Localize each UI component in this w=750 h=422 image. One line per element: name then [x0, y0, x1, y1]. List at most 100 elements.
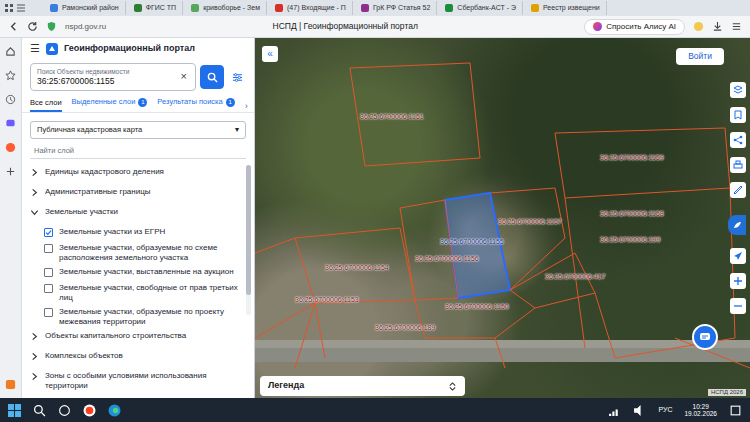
chevron-icon[interactable] [30, 352, 39, 361]
layer-item[interactable]: Земельные участки, образуемые по схеме р… [30, 241, 243, 265]
layer-group[interactable]: Единицы кадастрового деления [30, 165, 243, 185]
assistant-tool[interactable] [728, 215, 746, 235]
search-icon[interactable] [33, 404, 46, 417]
legend-panel[interactable]: Легенда [260, 376, 465, 396]
layer-checkbox[interactable] [44, 308, 53, 317]
notifications-icon[interactable] [5, 379, 16, 390]
parcel-outline[interactable] [510, 253, 595, 308]
clear-button[interactable]: × [179, 70, 189, 84]
parcel-label[interactable]: 36:25:6700006:1156 [415, 255, 479, 264]
layer-group[interactable]: Объекты капитального строительства [30, 329, 243, 349]
task-view-icon[interactable] [58, 404, 71, 417]
volume-icon[interactable] [633, 404, 646, 417]
notification-center-icon[interactable] [729, 404, 742, 417]
zoom-out-tool[interactable] [730, 298, 746, 314]
chat-button[interactable] [692, 324, 718, 350]
browser-tab[interactable]: ГрК РФ Статья 52 [355, 1, 437, 15]
browser-tab[interactable]: Реестр извещени [525, 1, 607, 15]
parcel-label[interactable]: 36:25:6700006:1155 [440, 238, 504, 247]
scrollbar[interactable] [246, 165, 251, 315]
layer-checkbox[interactable] [44, 268, 53, 277]
music-icon[interactable] [5, 142, 16, 153]
chevron-icon[interactable] [30, 332, 39, 341]
layer-group[interactable]: Земельные участки [30, 205, 243, 225]
parcel-label[interactable]: 36:25:6700006:1157 [498, 218, 562, 227]
history-icon[interactable] [5, 94, 16, 105]
search-field[interactable]: Поиск Объекты недвижимости × [30, 63, 196, 91]
alice-button[interactable]: Спросить Алису AI [584, 19, 685, 35]
parcel-label[interactable]: 36:25:6700006:1151 [360, 113, 424, 122]
zoom-in-tool[interactable] [730, 273, 746, 289]
layer-item[interactable]: Земельные участки из ЕГРН [30, 225, 243, 241]
parcel-outline[interactable] [295, 228, 415, 303]
print-tool[interactable] [730, 157, 746, 173]
layer-tab[interactable]: Результаты поиска1 [157, 94, 234, 112]
yandex-browser-icon[interactable] [83, 404, 96, 417]
layers-tool[interactable] [730, 82, 746, 98]
parcel-label[interactable]: 36:25:6700006:1159 [600, 154, 664, 163]
layer-item[interactable]: Земельные участки, образуемые по проекту… [30, 305, 243, 329]
parcel-outline[interactable] [400, 200, 458, 300]
chevron-icon[interactable] [30, 372, 39, 381]
share-tool[interactable] [730, 132, 746, 148]
browser-tab[interactable]: кривоборье - Зем [185, 1, 267, 15]
parcel-outline[interactable] [445, 193, 510, 298]
menu-icon[interactable] [731, 21, 742, 32]
layer-item[interactable]: Земельные участки, выставленные на аукци… [30, 265, 243, 281]
layer-group[interactable]: Зоны с особыми условиями использования т… [30, 369, 243, 393]
layer-search-input[interactable] [30, 143, 246, 159]
parcel-label[interactable]: 36:25:6700006:1153 [295, 296, 359, 305]
collapse-panel-button[interactable]: « [262, 46, 278, 62]
back-icon[interactable] [8, 21, 19, 32]
menu-button[interactable]: ☰ [30, 42, 40, 56]
address-bar[interactable]: nspd.gov.ru [65, 22, 106, 32]
layer-tab[interactable]: Все слои [30, 95, 62, 112]
layer-group[interactable]: Комплексы объектов [30, 349, 243, 369]
expand-icon[interactable] [448, 382, 457, 391]
home-icon[interactable] [5, 46, 16, 57]
add-icon[interactable] [5, 166, 16, 177]
windows-list-icon[interactable] [4, 3, 14, 13]
browser-tab[interactable]: (47) Входящие - П [269, 1, 353, 15]
chevron-icon[interactable] [30, 188, 39, 197]
layer-checkbox[interactable] [44, 244, 53, 253]
parcel-outline[interactable] [350, 63, 480, 166]
filter-button[interactable] [228, 65, 246, 89]
search-input[interactable] [37, 76, 179, 87]
bookmark-tool[interactable] [730, 107, 746, 123]
chevron-icon[interactable] [30, 208, 39, 217]
parcel-label[interactable]: 36:25:6700006:189 [375, 324, 435, 333]
shield-icon[interactable] [46, 21, 57, 32]
language-indicator[interactable]: РУС [658, 406, 672, 415]
clock[interactable]: 10:2919.02.2026 [684, 403, 717, 418]
profile-icon[interactable] [693, 21, 704, 32]
scroll-thumb[interactable] [246, 165, 251, 295]
parcel-label[interactable]: 36:25:6700006:1158 [600, 210, 664, 219]
locate-tool[interactable] [730, 248, 746, 264]
parcel-label[interactable]: 36:25:6700006:1150 [445, 303, 509, 312]
parcel-outline[interactable] [555, 128, 730, 198]
downloads-icon[interactable] [712, 21, 723, 32]
messenger-icon[interactable] [5, 118, 16, 129]
map[interactable]: « Войти Легенда НСПД 2026 36:25:6700006:… [255, 38, 750, 398]
layer-item[interactable]: Земельные участки, свободные от прав тре… [30, 281, 243, 305]
layer-group[interactable]: Административные границы [30, 185, 243, 205]
browser-tab[interactable]: Рамонский район [44, 1, 126, 15]
parcel-label[interactable]: 36:25:6700006:417 [545, 273, 605, 282]
basemap-select[interactable]: Публичная кадастровая карта▾ [30, 121, 246, 139]
tabs-scroll-button[interactable]: › [245, 101, 248, 112]
network-icon[interactable] [608, 404, 621, 417]
edge-icon[interactable] [108, 404, 121, 417]
measure-tool[interactable] [730, 182, 746, 198]
star-icon[interactable] [5, 70, 16, 81]
browser-tab[interactable]: ФГИС ТП [128, 1, 183, 15]
search-button[interactable] [200, 65, 224, 89]
windows-start-icon[interactable] [8, 404, 21, 417]
reload-icon[interactable] [27, 21, 38, 32]
login-button[interactable]: Войти [676, 48, 724, 65]
parcel-label[interactable]: 36:25:6700006:1154 [325, 264, 389, 273]
layer-checkbox[interactable] [44, 228, 53, 237]
parcel-label[interactable]: 36:25:6700006:199 [600, 236, 660, 245]
chevron-icon[interactable] [30, 168, 39, 177]
browser-tab[interactable]: Сбербанк-АСТ - Э [439, 1, 523, 15]
